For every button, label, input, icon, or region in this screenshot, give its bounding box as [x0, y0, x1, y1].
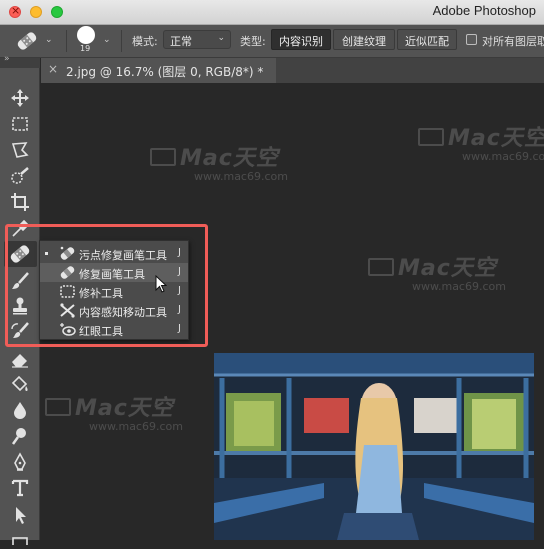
mode-select[interactable]: 正常 ⌄ — [163, 30, 231, 49]
crop-icon — [11, 193, 29, 211]
close-tab-icon[interactable]: × — [48, 62, 58, 76]
watermark-logo-icon — [45, 398, 71, 416]
document-tab-title: 2.jpg @ 16.7% (图层 0, RGB/8*) * — [66, 65, 264, 79]
rectangle-tool[interactable] — [9, 530, 31, 549]
pen-tool[interactable] — [9, 451, 31, 473]
type-label: 类型: — [240, 35, 266, 48]
close-window-button[interactable] — [9, 4, 21, 18]
paint-bucket-icon — [11, 375, 28, 392]
minimize-window-button[interactable] — [30, 6, 42, 18]
dodge-tool[interactable] — [9, 425, 31, 447]
brush-preset-picker[interactable] — [77, 26, 95, 44]
path-select-icon — [16, 507, 26, 524]
document-tab-bar: × 2.jpg @ 16.7% (图层 0, RGB/8*) * — [41, 58, 544, 83]
chevron-down-icon[interactable]: ⌄ — [103, 35, 111, 45]
marquee-tool[interactable] — [9, 113, 31, 135]
crop-tool[interactable] — [9, 191, 31, 213]
rectangle-icon — [12, 537, 28, 549]
watermark-logo-icon — [150, 148, 176, 166]
watermark: Mac天空 www.mac69.com — [45, 390, 183, 433]
pen-icon — [14, 452, 26, 471]
dodge-icon — [11, 428, 26, 445]
options-bar: ⌄ 19 ⌄ 模式: 正常 ⌄ 类型: 内容识别 创建纹理 近似匹配 对所有图层… — [0, 25, 544, 58]
watermark: Mac天空 www.mac69.com — [150, 140, 288, 183]
zoom-window-button[interactable] — [51, 6, 63, 18]
quick-select-icon — [11, 167, 29, 184]
move-tool[interactable] — [9, 87, 31, 109]
mode-value: 正常 — [170, 35, 192, 48]
mode-label: 模式: — [132, 35, 158, 48]
watermark: Mac天空 www.mac69.com — [368, 250, 506, 293]
watermark: Mac天空 www.mac69.com — [418, 120, 544, 163]
document-tab[interactable]: × 2.jpg @ 16.7% (图层 0, RGB/8*) * — [41, 58, 276, 83]
eraser-tool[interactable] — [9, 348, 31, 370]
chevron-down-icon: ⌄ — [217, 33, 225, 43]
type-create-texture-button[interactable]: 创建纹理 — [333, 29, 395, 50]
blur-tool[interactable] — [9, 399, 31, 421]
type-proximity-match-button[interactable]: 近似匹配 — [397, 29, 457, 50]
blur-icon — [14, 402, 26, 419]
highlight-annotation — [5, 224, 208, 347]
toolbar-header[interactable]: » — [0, 54, 40, 68]
lasso-tool[interactable] — [9, 139, 31, 161]
type-content-aware-button[interactable]: 内容识别 — [271, 29, 331, 50]
move-icon — [11, 89, 29, 107]
spot-healing-brush-icon — [17, 32, 37, 50]
path-select-tool[interactable] — [9, 504, 31, 526]
watermark-logo-icon — [368, 258, 394, 276]
window-titlebar: Adobe Photoshop — [0, 0, 544, 25]
app-title: Adobe Photoshop — [432, 3, 536, 18]
type-tool[interactable] — [9, 477, 31, 499]
watermark-logo-icon — [418, 128, 444, 146]
options-divider — [66, 30, 67, 52]
eraser-icon — [12, 354, 28, 368]
chevron-down-icon[interactable]: ⌄ — [45, 35, 53, 45]
document-photo — [214, 353, 534, 540]
sample-all-layers-checkbox[interactable] — [466, 34, 477, 45]
paint-bucket-tool[interactable] — [9, 373, 31, 395]
brush-size-value: 19 — [80, 44, 91, 53]
tool-preset-picker[interactable] — [14, 29, 40, 53]
lasso-icon — [11, 142, 29, 158]
options-divider — [121, 30, 122, 52]
marquee-icon — [12, 117, 28, 131]
sample-all-layers-label: 对所有图层取样 — [482, 35, 544, 48]
type-icon — [11, 479, 29, 497]
collapse-toolbar-icon: » — [4, 54, 10, 64]
quick-select-tool[interactable] — [9, 165, 31, 187]
